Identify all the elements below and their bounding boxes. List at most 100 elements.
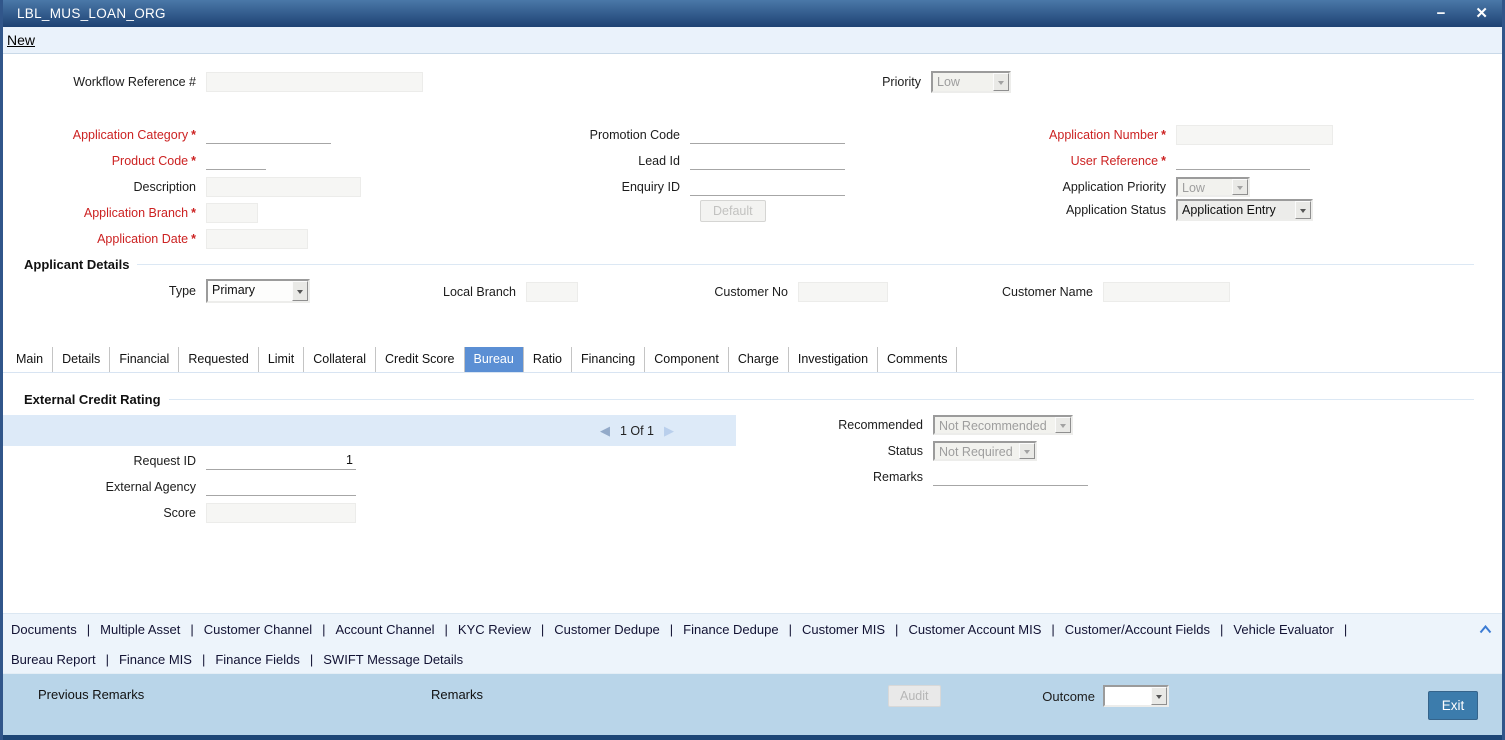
field-lead-id: Lead Id bbox=[530, 150, 845, 172]
link-customer-dedupe[interactable]: Customer Dedupe bbox=[554, 622, 660, 637]
link-separator: | bbox=[105, 651, 109, 667]
page-indicator: 1 Of 1 bbox=[619, 423, 654, 438]
field-enquiry-id: Enquiry ID bbox=[530, 176, 845, 198]
dropdown-arrow-icon[interactable] bbox=[1295, 201, 1311, 219]
tab-financial[interactable]: Financial bbox=[110, 347, 180, 372]
next-page-icon[interactable]: ▶ bbox=[664, 423, 674, 439]
promotion-code-input[interactable] bbox=[690, 126, 845, 144]
tab-main[interactable]: Main bbox=[7, 347, 54, 372]
minimize-icon[interactable]: − bbox=[1437, 6, 1446, 21]
link-account-channel[interactable]: Account Channel bbox=[336, 622, 435, 637]
field-description: Description bbox=[16, 176, 361, 198]
menu-item-new[interactable]: New bbox=[7, 32, 35, 48]
link-separator: | bbox=[669, 621, 674, 637]
customer-name-input[interactable] bbox=[1103, 282, 1230, 302]
link-customer-account-mis[interactable]: Customer Account MIS bbox=[908, 622, 1041, 637]
field-workflow-reference: Workflow Reference # bbox=[16, 71, 423, 93]
tab-limit[interactable]: Limit bbox=[258, 347, 305, 372]
link-documents[interactable]: Documents bbox=[11, 622, 77, 637]
dropdown-arrow-icon[interactable] bbox=[993, 73, 1009, 91]
application-date-input[interactable] bbox=[206, 229, 308, 249]
link-finance-mis[interactable]: Finance MIS bbox=[119, 652, 192, 667]
dropdown-arrow-icon[interactable] bbox=[1232, 179, 1248, 195]
tab-collateral[interactable]: Collateral bbox=[304, 347, 377, 372]
section-header-external-credit-rating: External Credit Rating bbox=[24, 391, 1474, 407]
field-user-reference: User Reference * bbox=[1016, 150, 1310, 172]
outcome-select[interactable] bbox=[1103, 685, 1169, 707]
application-category-input[interactable] bbox=[206, 126, 331, 144]
tab-ratio[interactable]: Ratio bbox=[523, 347, 573, 372]
field-local-branch: Local Branch bbox=[426, 281, 578, 303]
link-separator: | bbox=[322, 621, 326, 637]
score-label: Score bbox=[163, 506, 196, 520]
dropdown-arrow-icon[interactable] bbox=[1019, 443, 1035, 459]
required-asterisk: * bbox=[1161, 154, 1166, 168]
application-number-input[interactable] bbox=[1176, 125, 1333, 145]
local-branch-input[interactable] bbox=[526, 282, 578, 302]
priority-label: Priority bbox=[882, 75, 921, 89]
description-input[interactable] bbox=[206, 177, 361, 197]
recommended-select[interactable]: Not Recommended bbox=[933, 415, 1073, 435]
field-application-branch: Application Branch * bbox=[16, 202, 258, 224]
tab-requested[interactable]: Requested bbox=[179, 347, 259, 372]
dropdown-arrow-icon[interactable] bbox=[292, 281, 308, 301]
tab-bureau[interactable]: Bureau bbox=[464, 347, 524, 372]
dropdown-arrow-icon[interactable] bbox=[1055, 417, 1071, 433]
link-finance-dedupe[interactable]: Finance Dedupe bbox=[683, 622, 778, 637]
score-input[interactable] bbox=[206, 503, 356, 523]
request-id-label: Request ID bbox=[133, 454, 196, 468]
footer-remarks-label: Remarks bbox=[431, 687, 484, 702]
tab-charge[interactable]: Charge bbox=[728, 347, 789, 372]
recommended-value: Not Recommended bbox=[939, 419, 1047, 433]
workflow-reference-input[interactable] bbox=[206, 72, 423, 92]
default-button[interactable]: Default bbox=[700, 200, 766, 222]
customer-no-input[interactable] bbox=[798, 282, 888, 302]
tab-comments[interactable]: Comments bbox=[878, 347, 958, 372]
lead-id-input[interactable] bbox=[690, 152, 845, 170]
application-priority-select[interactable]: Low bbox=[1176, 177, 1250, 197]
audit-button[interactable]: Audit bbox=[888, 685, 941, 707]
enquiry-id-input[interactable] bbox=[690, 178, 845, 196]
link-separator: | bbox=[201, 651, 206, 667]
prev-page-icon[interactable]: ◀ bbox=[600, 423, 610, 439]
link-finance-fields[interactable]: Finance Fields bbox=[215, 652, 300, 667]
applicant-type-select[interactable]: Primary bbox=[206, 279, 310, 303]
dropdown-arrow-icon[interactable] bbox=[1151, 687, 1167, 705]
external-agency-label: External Agency bbox=[105, 480, 196, 494]
field-score: Score bbox=[16, 502, 356, 524]
tab-component[interactable]: Component bbox=[645, 347, 729, 372]
tab-investigation[interactable]: Investigation bbox=[788, 347, 879, 372]
link-customer-mis[interactable]: Customer MIS bbox=[802, 622, 885, 637]
bureau-remarks-label: Remarks bbox=[872, 470, 923, 484]
exit-button[interactable]: Exit bbox=[1428, 691, 1478, 720]
bureau-status-select[interactable]: Not Required bbox=[933, 441, 1037, 461]
priority-select[interactable]: Low bbox=[931, 71, 1011, 93]
tab-financing[interactable]: Financing bbox=[572, 347, 646, 372]
field-product-code: Product Code * bbox=[16, 150, 266, 172]
application-branch-input[interactable] bbox=[206, 203, 258, 223]
application-priority-value: Low bbox=[1182, 181, 1205, 195]
chevron-up-icon[interactable] bbox=[1479, 622, 1492, 637]
link-swift-message-details[interactable]: SWIFT Message Details bbox=[323, 652, 463, 667]
link-bureau-report[interactable]: Bureau Report bbox=[11, 652, 96, 667]
field-customer-no: Customer No bbox=[698, 281, 888, 303]
enquiry-id-label: Enquiry ID bbox=[621, 180, 680, 194]
application-status-select[interactable]: Application Entry bbox=[1176, 199, 1313, 221]
link-kyc-review[interactable]: KYC Review bbox=[458, 622, 531, 637]
link-customer-account-fields[interactable]: Customer/Account Fields bbox=[1065, 622, 1210, 637]
request-id-input[interactable]: 1 bbox=[206, 452, 356, 470]
link-vehicle-evaluator[interactable]: Vehicle Evaluator bbox=[1233, 622, 1333, 637]
close-icon[interactable]: ✕ bbox=[1475, 6, 1488, 21]
tab-credit-score[interactable]: Credit Score bbox=[376, 347, 465, 372]
field-application-number: Application Number * bbox=[1016, 124, 1333, 146]
link-separator: | bbox=[540, 621, 545, 637]
tab-details[interactable]: Details bbox=[53, 347, 111, 372]
user-reference-input[interactable] bbox=[1176, 152, 1310, 170]
required-asterisk: * bbox=[191, 232, 196, 246]
application-branch-label: Application Branch * bbox=[83, 206, 196, 220]
bureau-remarks-input[interactable] bbox=[933, 468, 1088, 486]
link-multiple-asset[interactable]: Multiple Asset bbox=[100, 622, 180, 637]
product-code-input[interactable] bbox=[206, 152, 266, 170]
external-agency-input[interactable] bbox=[206, 478, 356, 496]
link-customer-channel[interactable]: Customer Channel bbox=[204, 622, 312, 637]
